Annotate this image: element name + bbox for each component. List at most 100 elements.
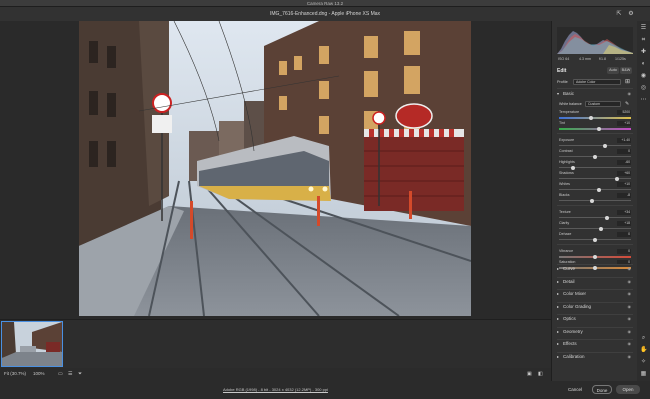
done-button[interactable]: Done — [592, 385, 612, 394]
slider-dehaze[interactable]: Dehaze 0 — [557, 232, 633, 243]
eye-icon[interactable]: ◉ — [628, 279, 632, 284]
slider-exposure-track[interactable] — [559, 145, 631, 146]
before-after-icon[interactable]: ▣ — [527, 371, 532, 377]
cancel-button[interactable]: Cancel — [565, 385, 585, 394]
filmstrip-thumbnail[interactable] — [1, 321, 63, 367]
more-icon[interactable]: ⋯ — [640, 97, 647, 104]
profile-browser-icon[interactable]: ⊞ — [625, 78, 630, 85]
slider-contrast[interactable]: Contrast 0 — [557, 149, 633, 160]
slider-texture[interactable]: Texture +34 — [557, 210, 633, 221]
slider-exposure-handle[interactable] — [603, 143, 608, 148]
slider-texture-value[interactable]: +34 — [617, 210, 631, 215]
slider-tint-value[interactable]: +10 — [617, 121, 631, 126]
slider-temperature-track[interactable] — [559, 117, 631, 119]
slider-clarity-value[interactable]: +18 — [617, 221, 631, 226]
crop-icon[interactable]: ⌗ — [640, 37, 647, 44]
sort-icon[interactable]: ☰ — [68, 371, 72, 377]
gear-icon[interactable]: ⚙ — [627, 10, 635, 18]
slider-vibrance[interactable]: Vibrance 0 — [557, 249, 633, 260]
slider-temperature-value[interactable]: 5200 — [617, 110, 631, 115]
slider-texture-handle[interactable] — [605, 215, 610, 220]
section-curve[interactable]: ▸ Curve ◉ — [557, 266, 633, 273]
slider-vibrance-value[interactable]: 0 — [617, 249, 631, 254]
eye-icon[interactable]: ◉ — [628, 291, 632, 296]
slider-shadows-handle[interactable] — [614, 176, 619, 181]
slider-whites-track[interactable] — [559, 189, 631, 190]
auto-button[interactable]: Auto — [607, 67, 619, 74]
heal-icon[interactable]: ✚ — [640, 49, 647, 56]
workflow-options-link[interactable]: Adobe RGB (1998) - 8 bit - 3024 x 4032 (… — [0, 387, 551, 392]
chevron-right-icon: ▸ — [557, 303, 560, 309]
slider-tint[interactable]: Tint +10 — [557, 121, 633, 132]
slider-blacks-handle[interactable] — [590, 198, 595, 203]
sampler-icon[interactable]: ✧ — [640, 359, 647, 366]
iso-value: ISO 64 — [558, 57, 570, 61]
presets-icon[interactable]: ◎ — [640, 85, 647, 92]
slider-blacks[interactable]: Blacks -8 — [557, 193, 633, 204]
hand-icon[interactable]: ✋ — [640, 347, 647, 354]
bw-button[interactable]: B&W — [620, 67, 632, 74]
slider-blacks-value[interactable]: -8 — [617, 193, 631, 198]
white-balance-label: White balance — [559, 102, 582, 106]
slider-temperature[interactable]: Temperature 5200 — [557, 110, 633, 121]
section-effects[interactable]: ▸ Effects ◉ — [557, 341, 633, 348]
white-balance-row: White balance Custom ✎ — [559, 101, 635, 108]
slider-blacks-track[interactable] — [559, 200, 631, 201]
slider-whites[interactable]: Whites +10 — [557, 182, 633, 193]
redeye-icon[interactable]: ◉ — [640, 73, 647, 80]
slider-temperature-handle[interactable] — [589, 115, 594, 120]
filter-icon[interactable]: ⏷ — [78, 371, 82, 377]
slider-dehaze-value[interactable]: 0 — [617, 232, 631, 237]
section-color-grading[interactable]: ▸ Color Grading ◉ — [557, 304, 633, 311]
slider-highlights-track[interactable] — [559, 167, 631, 168]
section-calibration[interactable]: ▸ Calibration ◉ — [557, 354, 633, 361]
photo-preview[interactable] — [79, 21, 471, 316]
slider-tint-track[interactable] — [559, 128, 631, 130]
open-button[interactable]: Open — [616, 385, 640, 394]
slider-contrast-value[interactable]: 0 — [617, 149, 631, 154]
mask-icon[interactable]: ◐ — [640, 61, 647, 68]
zoom-icon[interactable]: ⌕ — [640, 335, 647, 342]
eye-icon[interactable]: ◉ — [628, 304, 632, 309]
slider-vibrance-handle[interactable] — [593, 254, 597, 259]
white-balance-select[interactable]: Custom — [585, 101, 621, 107]
section-basic[interactable]: ▾ Basic ◉ — [557, 91, 633, 98]
section-detail[interactable]: ▸ Detail ◉ — [557, 279, 633, 286]
slider-clarity[interactable]: Clarity +18 — [557, 221, 633, 232]
eye-icon[interactable]: ◉ — [628, 91, 632, 96]
compare-view-icon[interactable]: ▭ — [58, 371, 63, 377]
slider-highlights[interactable]: Highlights -60 — [557, 160, 633, 171]
slider-shadows[interactable]: Shadows +60 — [557, 171, 633, 182]
slider-exposure-value[interactable]: +1.40 — [617, 138, 631, 143]
view-toggle-icon[interactable]: ◧ — [538, 371, 543, 377]
zoom-100-dropdown[interactable]: 100% — [33, 371, 45, 376]
grid-icon[interactable]: ▦ — [640, 371, 647, 378]
fullscreen-icon[interactable]: ⇱ — [615, 10, 623, 18]
profile-select[interactable]: Adobe Color — [573, 79, 621, 85]
slider-dehaze-handle[interactable] — [593, 237, 597, 242]
slider-contrast-handle[interactable] — [593, 154, 597, 159]
slider-highlights-handle[interactable] — [571, 165, 576, 170]
eye-icon[interactable]: ◉ — [628, 354, 632, 359]
slider-clarity-track[interactable] — [559, 228, 631, 229]
section-color-mixer[interactable]: ▸ Color Mixer ◉ — [557, 291, 633, 298]
profile-row: Profile Adobe Color ⊞ — [557, 78, 633, 86]
section-geometry[interactable]: ▸ Geometry ◉ — [557, 329, 633, 336]
slider-tint-handle[interactable] — [596, 126, 601, 131]
eye-icon[interactable]: ◉ — [628, 329, 632, 334]
eye-icon[interactable]: ◉ — [628, 341, 632, 346]
section-optics[interactable]: ▸ Optics ◉ — [557, 316, 633, 323]
eyedropper-icon[interactable]: ✎ — [625, 101, 629, 107]
slider-whites-value[interactable]: +10 — [617, 182, 631, 187]
zoom-fit-dropdown[interactable]: Fit (30.7%) — [4, 371, 26, 376]
eye-icon[interactable]: ◉ — [628, 316, 632, 321]
image-canvas[interactable] — [0, 21, 551, 319]
slider-whites-handle[interactable] — [596, 187, 601, 192]
slider-shadows-track[interactable] — [559, 178, 631, 179]
slider-highlights-value[interactable]: -60 — [617, 160, 631, 165]
edit-icon[interactable]: ☰ — [640, 25, 647, 32]
slider-exposure[interactable]: Exposure +1.40 — [557, 138, 633, 149]
slider-shadows-value[interactable]: +60 — [617, 171, 631, 176]
slider-texture-track[interactable] — [559, 217, 631, 218]
eye-icon[interactable]: ◉ — [628, 266, 632, 271]
